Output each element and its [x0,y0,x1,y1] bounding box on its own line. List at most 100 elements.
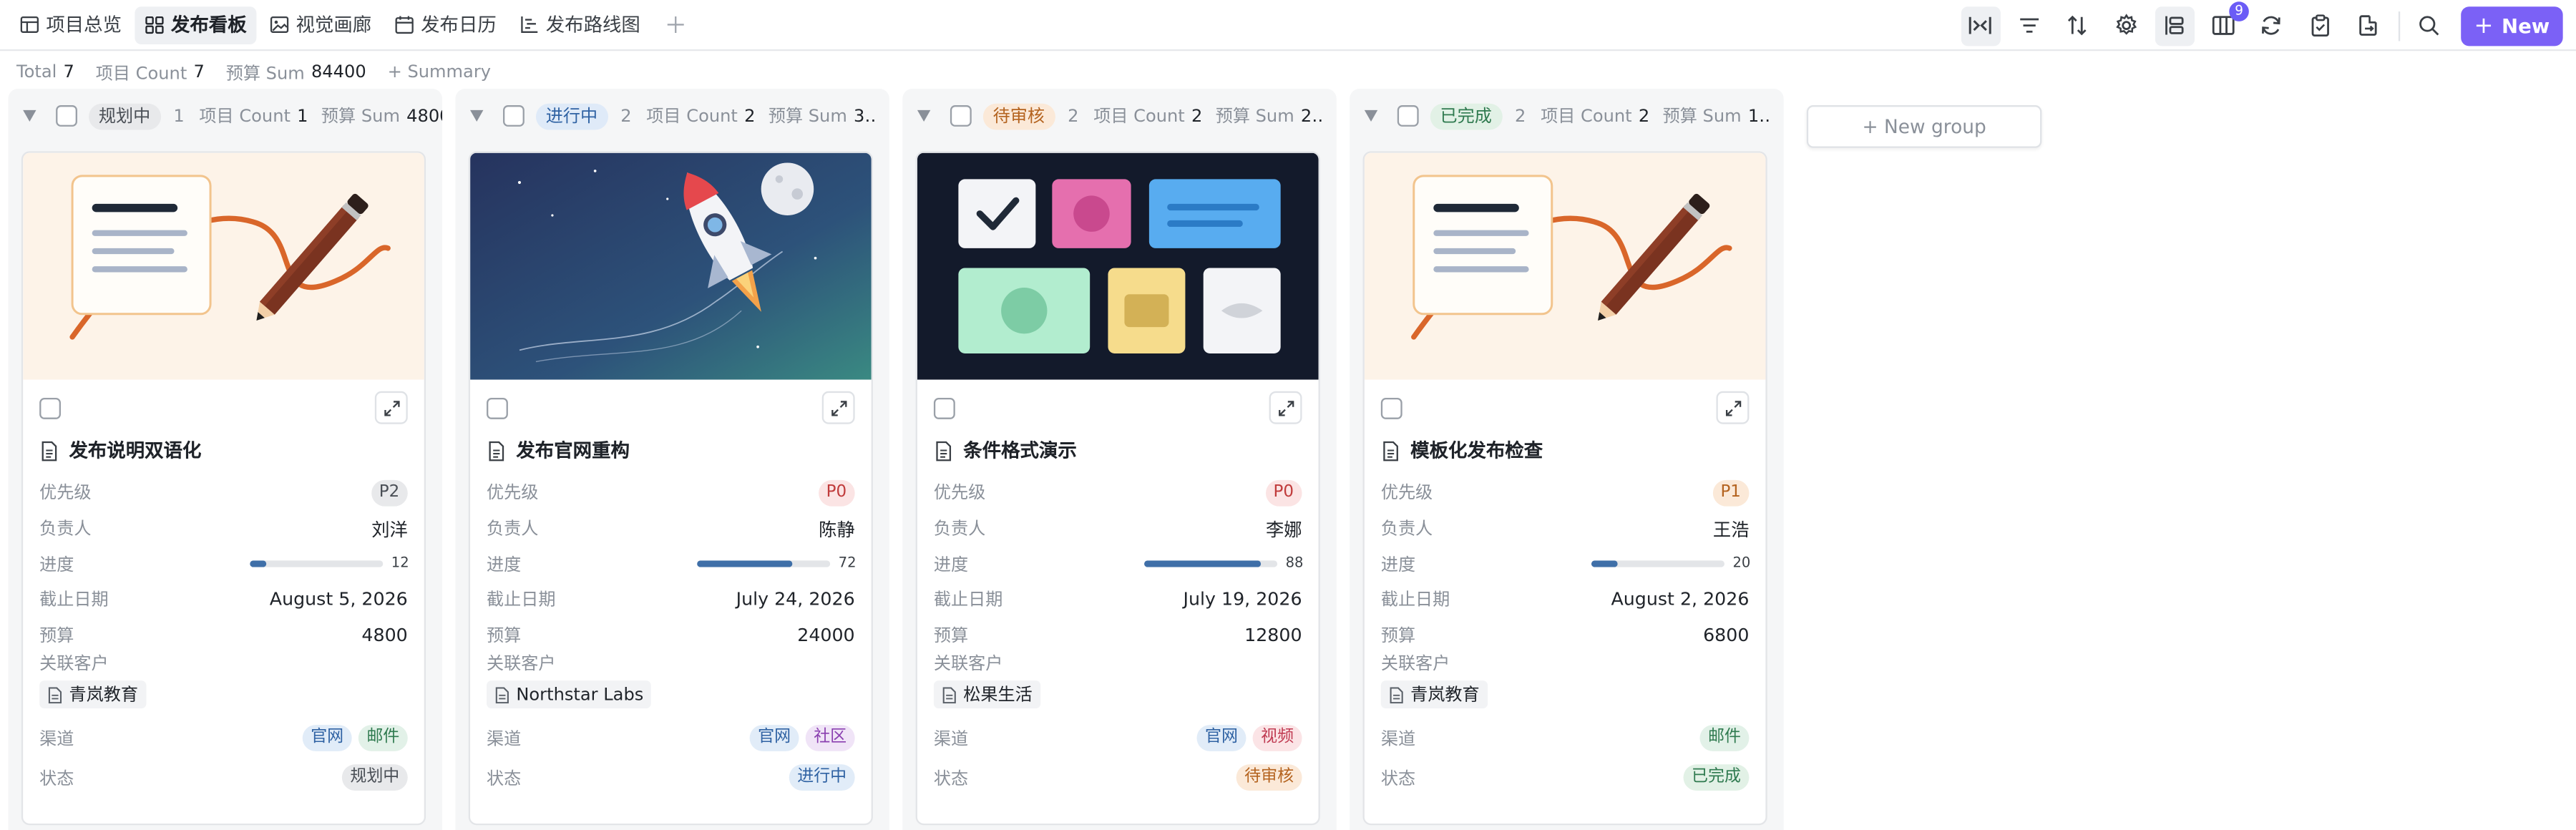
record-card[interactable]: 条件格式演示 优先级 P0 负责人 李娜 进度 88 截止日期 July 19,… [915,151,1320,826]
record-card[interactable]: 发布说明双语化 优先级 P2 负责人 刘洋 进度 12 截止日期 August … [21,151,426,826]
customer-field: 关联客户 青岚教育 [1380,653,1750,719]
channels-label: 渠道 [1380,729,1416,750]
group-sum-value: 240… [1300,106,1323,126]
priority-field: 优先级 P2 [39,475,408,511]
tab-release-calendar[interactable]: 发布日历 [385,6,507,44]
group-count-label: 项目 Count [1093,107,1185,127]
tab-visual-gallery[interactable]: 视觉画廊 [260,6,381,44]
priority-field: 优先级 P0 [487,475,855,511]
customer-field: 关联客户 青岚教育 [39,653,408,719]
owner-value: 王浩 [1712,518,1750,540]
document-icon [495,687,509,704]
priority-badge: P1 [1712,479,1750,507]
card-title-row: 模板化发布检查 [1381,436,1750,465]
customer-name: 青岚教育 [1410,686,1480,706]
due-date-value: August 2, 2026 [1611,589,1750,611]
group-sum-value: 4800 [406,106,442,126]
channel-tag: 视频 [1252,726,1302,752]
expand-card-button[interactable] [1716,391,1750,424]
group-button[interactable] [2154,6,2194,46]
customer-field: 关联客户 松果生活 [933,653,1302,719]
customer-link[interactable]: Northstar Labs [487,681,652,710]
group-sum-label: 预算 Sum [1662,107,1742,127]
card-cover-image [23,152,424,380]
roadmap-icon [521,16,538,33]
channel-tag: 邮件 [1699,726,1750,752]
group-count-value: 2 [744,106,756,126]
card-select-checkbox[interactable] [933,396,955,419]
toolbar: 项目总览 发布看板 视觉画廊 发布日历 发布路线图 9 + New [0,0,2576,52]
tab-project-overview[interactable]: 项目总览 [10,6,132,44]
expand-card-button[interactable] [1269,391,1302,424]
record-card[interactable]: 模板化发布检查 优先级 P1 负责人 王浩 进度 20 截止日期 August … [1362,151,1767,826]
group-sum-label: 预算 Sum [1215,107,1294,127]
new-group-button[interactable]: + New group [1806,105,2042,148]
budget-value: 6800 [1703,625,1750,647]
column-select-checkbox[interactable] [950,105,972,127]
fit-width-button[interactable] [1960,6,2000,46]
sort-button[interactable] [2057,6,2097,45]
add-view-button[interactable] [657,6,693,43]
progress-bar [250,560,384,568]
customer-field: 关联客户 Northstar Labs [487,653,855,719]
card-cover-image [917,152,1319,380]
calendar-icon [395,16,414,34]
card-select-checkbox[interactable] [487,396,508,419]
owner-label: 负责人 [39,519,92,540]
group-count: 2 [1068,106,1079,126]
column-select-checkbox[interactable] [56,105,77,127]
customer-link[interactable]: 松果生活 [933,681,1041,710]
collapse-icon[interactable] [917,109,931,122]
export-button[interactable] [2348,6,2388,45]
board-column-4: 已完成 2 项目 Count 2 预算 Sum 160… [1350,89,1784,830]
filter-button[interactable] [2009,6,2048,45]
status-field: 状态 待审核 [934,758,1302,798]
collapse-icon[interactable] [1364,109,1378,122]
group-count-value: 1 [297,106,308,126]
document-pen-illustration [1364,152,1766,380]
gear-icon [2115,14,2136,35]
collapse-icon[interactable] [470,109,484,122]
due-date-label: 截止日期 [39,590,109,611]
summary-bar: Total 7 项目 Count 7 预算 Sum 84400 + Summar… [16,61,491,84]
customer-link[interactable]: 青岚教育 [39,681,147,710]
card-select-checkbox[interactable] [39,396,62,419]
progress-value: 12 [391,556,409,572]
status-badge: 进行中 [789,765,855,792]
channel-tag: 官网 [749,726,799,752]
collapse-icon[interactable] [23,109,36,122]
settings-button[interactable] [2106,6,2145,45]
budget-label: 预算 [933,626,969,647]
expand-card-button[interactable] [821,391,855,424]
view-tabs: 项目总览 发布看板 视觉画廊 发布日历 发布路线图 [10,0,693,50]
fit-width-icon [1968,16,1991,34]
refresh-button[interactable] [2251,6,2290,45]
progress-bar-fill [697,560,794,568]
search-button[interactable] [2409,6,2448,45]
progress-bar-fill [1143,560,1262,568]
column-select-checkbox[interactable] [1397,105,1419,127]
record-card[interactable]: 发布官网重构 优先级 P0 负责人 陈静 进度 72 截止日期 July 24,… [468,151,873,826]
clipboard-button[interactable] [2300,6,2339,45]
expand-card-button[interactable] [374,391,408,424]
columns-button[interactable]: 9 [2203,1,2249,45]
progress-label: 进度 [487,555,522,575]
progress-bar [1591,560,1724,568]
card-select-checkbox[interactable] [1380,396,1402,419]
add-summary-button[interactable]: + Summary [388,62,491,82]
document-icon [1390,687,1403,704]
summary-count-value: 7 [193,62,205,82]
progress-indicator: 72 [697,556,857,572]
board-column-1: 规划中 1 项目 Count 1 预算 Sum 4800 [8,89,443,830]
document-pen-illustration [23,152,424,380]
clipboard-icon [2311,14,2328,37]
new-record-button[interactable]: + New [2461,6,2563,46]
customer-link[interactable]: 青岚教育 [1380,681,1488,710]
column-select-checkbox[interactable] [503,105,525,127]
tab-release-roadmap[interactable]: 发布路线图 [509,6,650,44]
channel-tag: 官网 [302,726,352,752]
group-pill: 规划中 [89,102,160,130]
tab-label: 项目总览 [46,13,122,36]
tab-release-board[interactable]: 发布看板 [135,6,257,44]
document-icon [48,687,62,704]
